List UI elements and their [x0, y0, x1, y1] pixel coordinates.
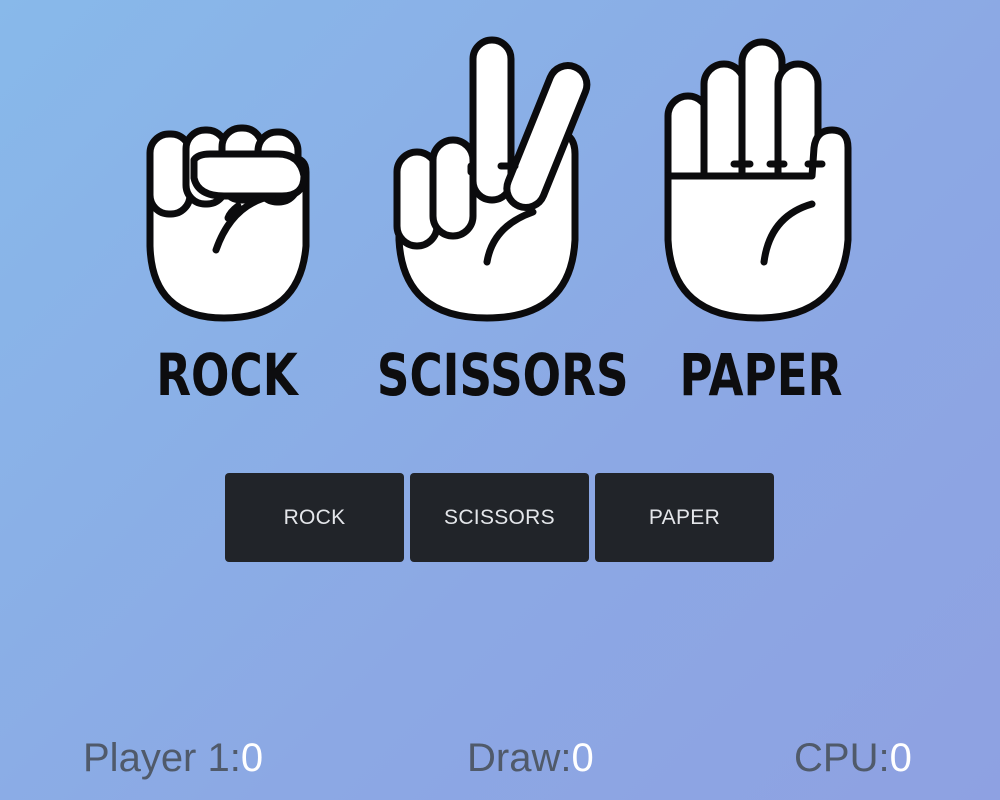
- rock-label: ROCK: [156, 341, 298, 409]
- player-score-label: Player 1:: [83, 736, 241, 780]
- cpu-score: CPU:0: [794, 731, 912, 785]
- paper-hand: [646, 36, 876, 326]
- player-score-value: 0: [240, 736, 264, 780]
- cpu-score-label: CPU:: [794, 736, 890, 780]
- draw-score-label: Draw:: [467, 736, 572, 780]
- draw-score-value: 0: [571, 736, 594, 780]
- scissors-button[interactable]: SCISSORS: [410, 473, 589, 562]
- peace-sign-hand-icon: [393, 36, 591, 322]
- rock-button[interactable]: ROCK: [225, 473, 404, 562]
- paper-label: PAPER: [679, 341, 843, 409]
- scissors-hand: [375, 36, 605, 326]
- open-palm-icon: [664, 38, 852, 322]
- choice-button-group: ROCK SCISSORS PAPER: [225, 473, 775, 562]
- draw-score: Draw:0: [467, 731, 594, 785]
- fist-icon: [146, 124, 310, 322]
- paper-button[interactable]: PAPER: [595, 473, 774, 562]
- scissors-label: SCISSORS: [376, 341, 629, 409]
- cpu-score-value: 0: [889, 736, 912, 780]
- player-score: Player 1:0: [83, 731, 263, 785]
- rock-hand: [112, 36, 342, 326]
